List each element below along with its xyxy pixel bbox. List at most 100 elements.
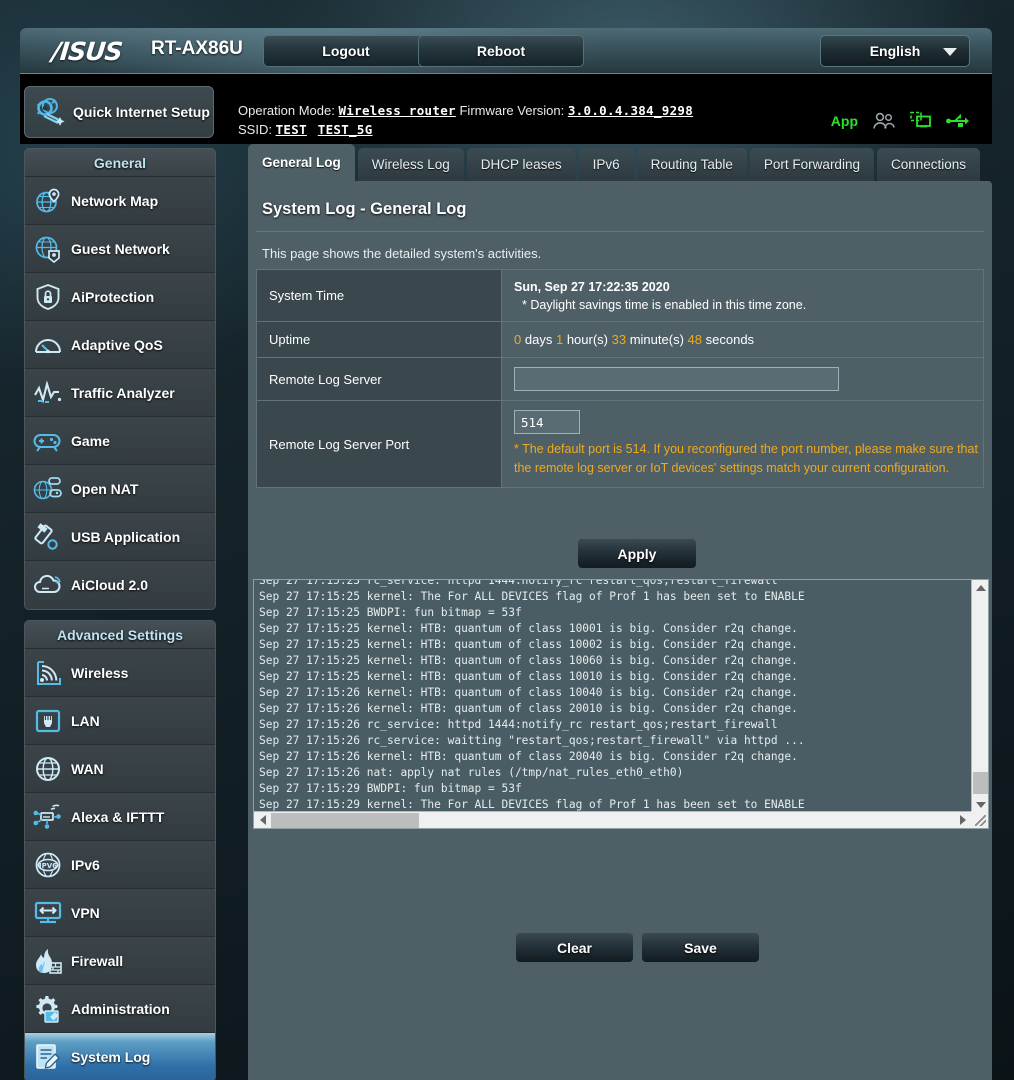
remote-log-server-input[interactable] [514,367,839,391]
apply-button[interactable]: Apply [577,538,697,569]
ipv6-icon: IPV6 [25,851,71,879]
scroll-right-button[interactable] [954,812,971,828]
reboot-button[interactable]: Reboot [418,35,584,67]
sidebar-item-wan[interactable]: WAN [25,745,215,793]
remote-log-server-label: Remote Log Server [257,358,502,401]
sidebar-item-adaptive-qos[interactable]: Adaptive QoS [25,321,215,369]
language-selector[interactable]: English [820,35,970,67]
tab-wireless-log[interactable]: Wireless Log [358,148,464,181]
sidebar-group-general: General Network Map [24,148,216,610]
scroll-left-button[interactable] [254,812,271,828]
usb-application-icon [25,523,71,551]
sidebar-item-label: Guest Network [71,241,170,257]
tab-general-log[interactable]: General Log [248,144,355,181]
sidebar-item-aiprotection[interactable]: AiProtection [25,273,215,321]
save-button[interactable]: Save [641,932,760,963]
app-link[interactable]: App [831,113,858,129]
table-row: Remote Log Server [257,358,984,401]
system-time-value: Sun, Sep 27 17:22:35 2020 [514,280,670,294]
page-description: This page shows the detailed system's ac… [262,246,541,261]
sidebar-item-open-nat[interactable]: Open NAT [25,465,215,513]
sidebar-item-usb-application[interactable]: USB Application [25,513,215,561]
sidebar-item-ipv6[interactable]: IPV6 IPv6 [25,841,215,889]
remote-log-port-note: * The default port is 514. If you reconf… [514,440,983,478]
table-row: Remote Log Server Port * The default por… [257,401,984,488]
sidebar-item-vpn[interactable]: VPN [25,889,215,937]
sidebar-item-label: Game [71,433,110,449]
system-log-textarea[interactable]: Sep 27 17:15:23 rc_service: httpd 1444:n… [253,579,989,829]
tab-ipv6[interactable]: IPv6 [579,148,634,181]
uptime-minutes-unit: minute(s) [630,332,684,347]
sidebar-item-label: LAN [71,713,100,729]
ssid-5g-value[interactable]: TEST_5G [318,122,373,137]
logout-button[interactable]: Logout [263,35,429,67]
log-horizontal-scrollbar[interactable] [254,811,973,828]
scroll-up-button[interactable] [972,580,989,596]
sidebar-group-general-title: General [25,149,215,177]
log-vertical-scrollbar[interactable] [971,580,988,813]
system-info-table: System Time Sun, Sep 27 17:22:35 2020 * … [256,269,984,488]
horizontal-scroll-thumb[interactable] [271,813,419,828]
sidebar-navigation: Quick Internet Setup General Ne [24,86,216,1080]
triangle-up-icon [976,585,986,591]
lan-icon [25,708,71,734]
sidebar-item-label: IPv6 [71,857,100,873]
sidebar-item-game[interactable]: Game [25,417,215,465]
log-panel: System Log - General Log This page shows… [248,181,992,1080]
top-bar: /ISUS RT-AX86U Logout Reboot English [20,28,992,74]
remote-log-server-port-input[interactable] [514,410,580,434]
sidebar-item-label: AiCloud 2.0 [71,577,148,593]
chevron-down-icon [943,48,957,56]
open-nat-icon [25,476,71,502]
sidebar-item-label: USB Application [71,529,180,545]
operation-mode-value[interactable]: Wireless router [338,103,455,118]
tab-connections[interactable]: Connections [877,148,980,181]
vertical-scroll-thumb[interactable] [973,772,988,794]
uptime-hours: 1 [556,332,563,347]
vpn-icon [25,901,71,925]
sidebar-item-label: Network Map [71,193,158,209]
sidebar-item-lan[interactable]: LAN [25,697,215,745]
sidebar-item-network-map[interactable]: Network Map [25,177,215,225]
clear-button[interactable]: Clear [515,932,634,963]
network-devices-icon[interactable] [910,111,932,130]
sidebar-item-traffic-analyzer[interactable]: Traffic Analyzer [25,369,215,417]
header-icon-group: App [831,111,970,130]
sidebar-item-administration[interactable]: Administration [25,985,215,1033]
sidebar-item-alexa-ifttt[interactable]: Alexa & IFTTT [25,793,215,841]
sidebar-item-label: System Log [71,1049,150,1065]
sidebar-item-aicloud[interactable]: AiCloud 2.0 [25,561,215,609]
triangle-left-icon [260,815,266,825]
sidebar-item-label: Firewall [71,953,123,969]
uptime-days-unit: days [525,332,552,347]
sidebar-item-firewall[interactable]: Firewall [25,937,215,985]
daylight-savings-note: * Daylight savings time is enabled in th… [514,298,983,312]
svg-text:IPV6: IPV6 [39,862,57,870]
tab-port-forwarding[interactable]: Port Forwarding [750,148,874,181]
firmware-label: Firmware Version: [459,103,564,118]
guest-users-icon[interactable] [872,112,896,130]
adaptive-qos-icon [25,333,71,357]
alexa-ifttt-icon [25,804,71,830]
title-divider [256,231,984,232]
ssid-24g-value[interactable]: TEST [276,122,307,137]
tab-dhcp-leases[interactable]: DHCP leases [467,148,576,181]
system-log-icon [25,1043,71,1071]
wireless-icon [25,660,71,686]
sidebar-item-guest-network[interactable]: Guest Network [25,225,215,273]
textarea-resize-grip[interactable] [971,811,988,828]
aiprotection-icon [25,283,71,311]
sidebar-item-system-log[interactable]: System Log [25,1033,215,1080]
language-selector-value: English [870,43,921,59]
triangle-right-icon [960,815,966,825]
firmware-value[interactable]: 3.0.0.4.384_9298 [568,103,693,118]
sidebar-item-wireless[interactable]: Wireless [25,649,215,697]
sidebar-item-label: Open NAT [71,481,138,497]
sidebar-item-label: Wireless [71,665,128,681]
usb-icon[interactable] [946,113,970,129]
remote-log-server-cell [502,358,984,401]
tab-routing-table[interactable]: Routing Table [637,148,747,181]
game-icon [25,430,71,452]
ssid-label: SSID: [238,122,272,137]
sidebar-item-quick-internet-setup[interactable]: Quick Internet Setup [24,86,214,138]
